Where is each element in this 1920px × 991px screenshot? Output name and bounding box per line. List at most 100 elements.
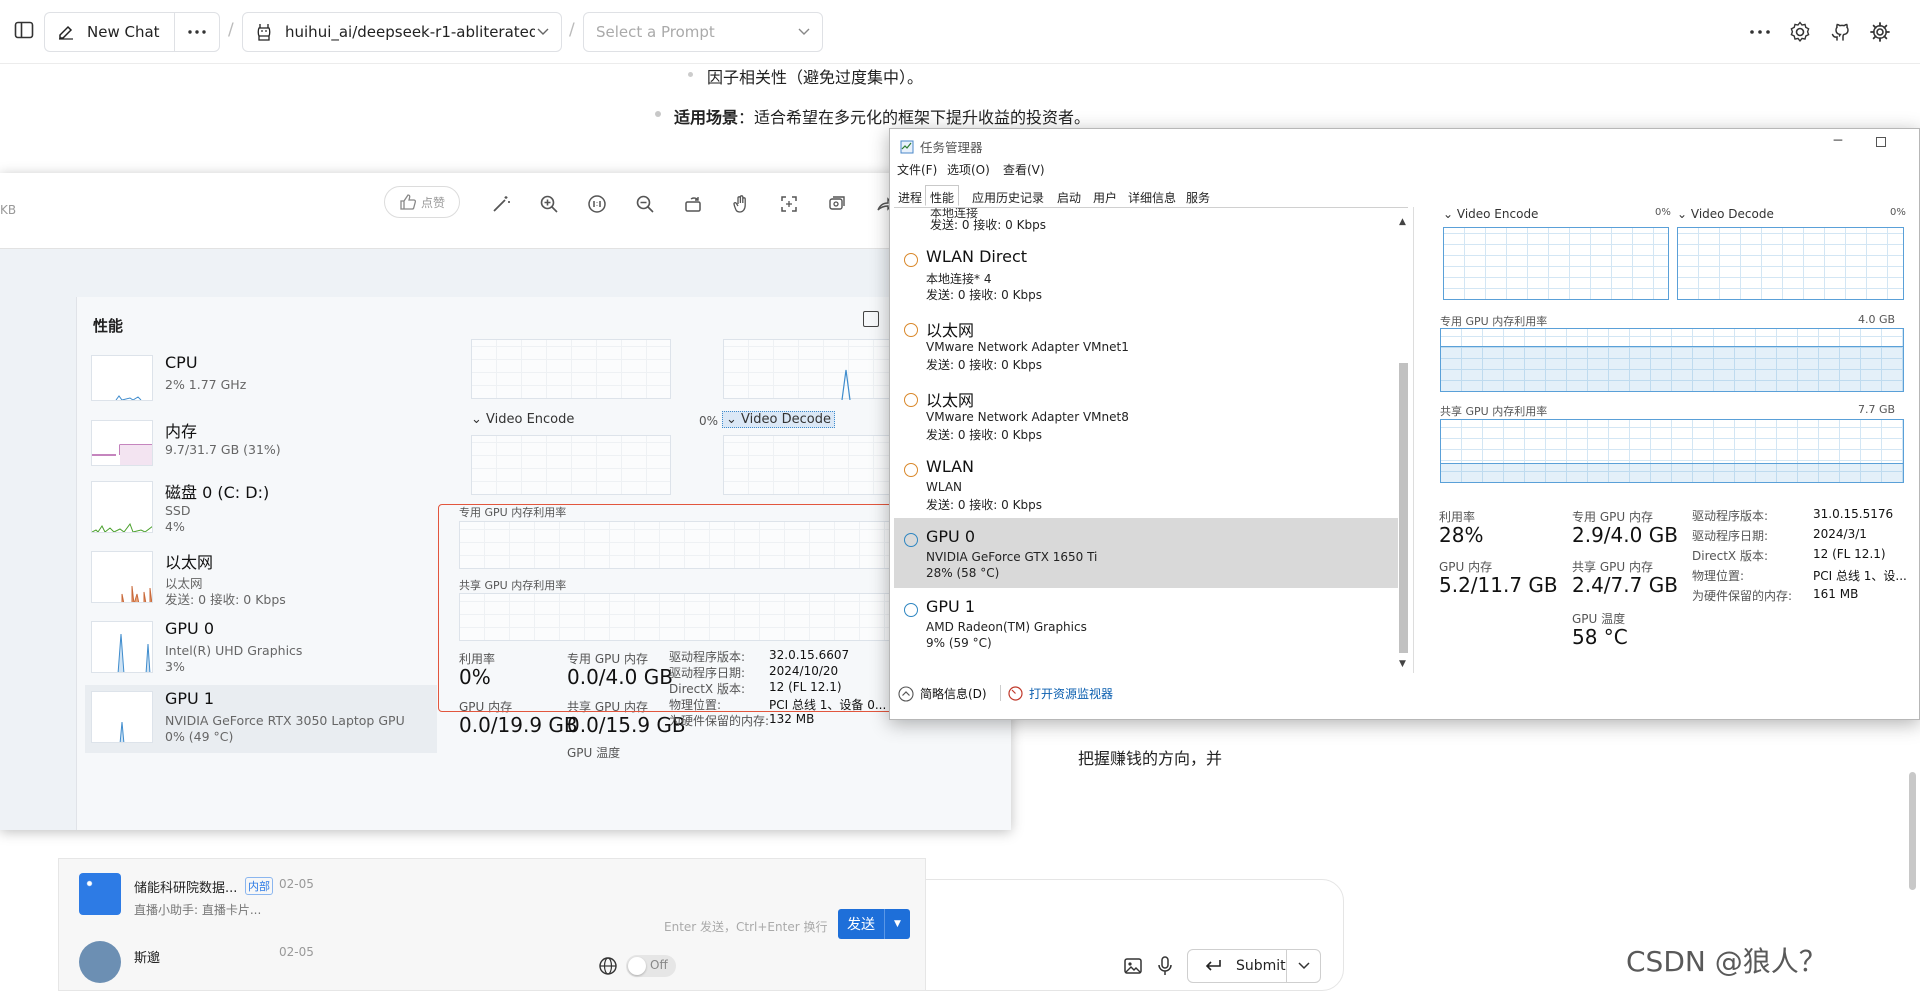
hand-icon[interactable]: [730, 193, 752, 215]
menu-view[interactable]: 查看(V): [1003, 161, 1045, 178]
list-item-sub: 28% (58 °C): [926, 566, 1000, 580]
magic-wand-icon[interactable]: [490, 193, 512, 215]
message-title[interactable]: 储能科研院数据...: [134, 877, 237, 896]
more-menu-icon[interactable]: [1748, 20, 1772, 44]
settings-icon[interactable]: [1788, 20, 1812, 44]
github-icon[interactable]: [1828, 20, 1852, 44]
brief-info-button[interactable]: 简略信息(D): [898, 685, 987, 702]
reserved-mem-value: 161 MB: [1813, 587, 1859, 601]
tab-processes[interactable]: 进程: [893, 185, 927, 206]
perf-item-gpu1: GPU 1 NVIDIA GeForce RTX 3050 Laptop GPU…: [85, 685, 437, 753]
driver-version-value: 31.0.15.5176: [1813, 507, 1894, 521]
message-title[interactable]: 斯邈: [134, 947, 160, 966]
perf-screenshot: 性能 CPU 2% 1.77 GHz 内存 9.7/31.7 GB (31%) …: [76, 297, 1011, 830]
list-item-name: 以太网: [926, 391, 975, 410]
menu-file[interactable]: 文件(F): [897, 161, 937, 178]
minimize-button[interactable]: ─: [1828, 133, 1848, 153]
list-item-selected[interactable]: GPU 0 NVIDIA GeForce GTX 1650 Ti 28% (58…: [894, 518, 1398, 588]
resource-monitor-link[interactable]: 打开资源监视器: [1008, 685, 1113, 702]
perf-item-sub: 4%: [165, 519, 185, 534]
zoom-out-icon[interactable]: [634, 193, 656, 215]
util-value: 0%: [459, 665, 491, 689]
perf-item-sub: NVIDIA GeForce RTX 3050 Laptop GPU: [165, 713, 405, 728]
prompt-placeholder: Select a Prompt: [596, 23, 715, 41]
directx-value: 12 (FL 12.1): [1813, 547, 1886, 561]
globe-icon[interactable]: [598, 956, 618, 980]
list-item-sub: VMware Network Adapter VMnet1: [926, 340, 1129, 354]
perf-item-gpu0: GPU 0 Intel(R) UHD Graphics 3%: [85, 615, 437, 683]
gpu-temp-value: 58 °C: [1572, 625, 1628, 649]
microphone-icon[interactable]: [1155, 955, 1175, 981]
perf-item-sub: 0% (49 °C): [165, 729, 234, 744]
chat-line-1: 因子相关性（避免过度集中）。: [707, 68, 924, 87]
perf-item-sub: 9.7/31.7 GB (31%): [165, 442, 281, 457]
tab-details[interactable]: 详细信息: [1123, 185, 1181, 206]
tab-app-history[interactable]: 应用历史记录: [967, 185, 1049, 206]
dedicated-memory-graph: [1440, 328, 1904, 392]
list-bullet: [688, 72, 693, 77]
rotate-icon[interactable]: [682, 193, 704, 215]
prompt-selector[interactable]: Select a Prompt: [583, 12, 823, 52]
more-options-button[interactable]: [174, 12, 220, 52]
tab-startup[interactable]: 启动: [1052, 185, 1086, 206]
sidebar-toggle-icon[interactable]: [12, 18, 36, 42]
decode-percent: 0%: [1890, 207, 1906, 218]
screenshot-crop-icon[interactable]: [778, 193, 800, 215]
video-encode-graph: [471, 435, 671, 495]
edit-icon: [59, 25, 73, 40]
tab-services[interactable]: 服务: [1181, 185, 1215, 206]
video-decode-label: ⌄ Video Decode: [722, 411, 835, 428]
list-item[interactable]: 以太网 VMware Network Adapter VMnet1 发送: 0 …: [894, 308, 1398, 378]
dedicated-memory-label: 专用 GPU 内存利用率: [459, 506, 567, 519]
status-circle-icon: [904, 463, 918, 477]
reserved-mem-key: 为硬件保留的内存:: [669, 714, 770, 728]
page-scrollbar[interactable]: [1909, 772, 1916, 890]
driver-version-value: 32.0.15.6607: [769, 648, 850, 662]
scroll-up-icon[interactable]: ▲: [1399, 217, 1406, 227]
caret-down-icon[interactable]: ▼: [884, 909, 910, 939]
translate-icon[interactable]: [826, 193, 848, 215]
ethernet-graph-thumb: [91, 551, 153, 603]
list-item[interactable]: GPU 1 AMD Radeon(TM) Graphics 9% (59 °C): [894, 588, 1398, 658]
list-item-partial-sub: 发送: 0 接收: 0 Kbps: [930, 218, 1046, 232]
list-item[interactable]: WLAN WLAN 发送: 0 接收: 0 Kbps: [894, 448, 1398, 518]
like-button[interactable]: 点赞: [384, 186, 460, 218]
disk-graph-thumb: [91, 481, 153, 533]
model-selector[interactable]: huihui_ai/deepseek-r1-abliterated:7: [242, 12, 562, 52]
actual-size-icon[interactable]: [586, 193, 608, 215]
encode-percent: 0%: [1655, 207, 1671, 218]
image-upload-icon[interactable]: [1123, 956, 1143, 980]
reserved-mem-key: 为硬件保留的内存:: [1692, 589, 1793, 603]
menu-options[interactable]: 选项(O): [947, 161, 990, 178]
list-item-sub: AMD Radeon(TM) Graphics: [926, 620, 1087, 634]
chat-line-2: 适用场景：适合希望在多元化的框架下提升收益的投资者。: [674, 104, 1090, 128]
toggle-label: Off: [650, 958, 668, 972]
gpu-mem-value: 5.2/11.7 GB: [1439, 573, 1558, 597]
send-button[interactable]: 发送 ▼: [838, 909, 910, 939]
new-chat-button[interactable]: New Chat: [44, 12, 174, 52]
perf-item-sub: 发送: 0 接收: 0 Kbps: [165, 592, 286, 607]
scroll-down-icon[interactable]: ▼: [1399, 659, 1406, 669]
zoom-in-icon[interactable]: [538, 193, 560, 215]
web-search-toggle[interactable]: Off: [626, 955, 676, 977]
resource-monitor-icon: [1008, 686, 1023, 701]
maximize-button[interactable]: [1876, 137, 1886, 147]
location-key: 物理位置:: [1692, 569, 1745, 583]
tab-performance[interactable]: 性能: [925, 185, 960, 206]
util-value: 28%: [1439, 523, 1484, 547]
gear-icon[interactable]: [1868, 20, 1892, 44]
location-value: PCI 总线 1、设...: [1813, 569, 1907, 583]
breadcrumb-separator: /: [569, 20, 575, 40]
submit-button[interactable]: Submit: [1187, 949, 1321, 983]
list-item[interactable]: 以太网 VMware Network Adapter VMnet8 发送: 0 …: [894, 378, 1398, 448]
list-item[interactable]: WLAN Direct 本地连接* 4 发送: 0 接收: 0 Kbps: [894, 238, 1398, 308]
dedicated-mem-value: 2.9/4.0 GB: [1572, 523, 1678, 547]
list-scrollbar[interactable]: ▲ ▼: [1396, 217, 1410, 672]
submit-dropdown[interactable]: [1286, 950, 1320, 982]
chevron-down-icon: [798, 28, 810, 35]
user-avatar[interactable]: [79, 941, 121, 983]
tab-users[interactable]: 用户: [1088, 185, 1122, 206]
status-circle-icon: [904, 323, 918, 337]
scroll-thumb[interactable]: [1399, 363, 1408, 653]
group-avatar[interactable]: [79, 873, 121, 915]
